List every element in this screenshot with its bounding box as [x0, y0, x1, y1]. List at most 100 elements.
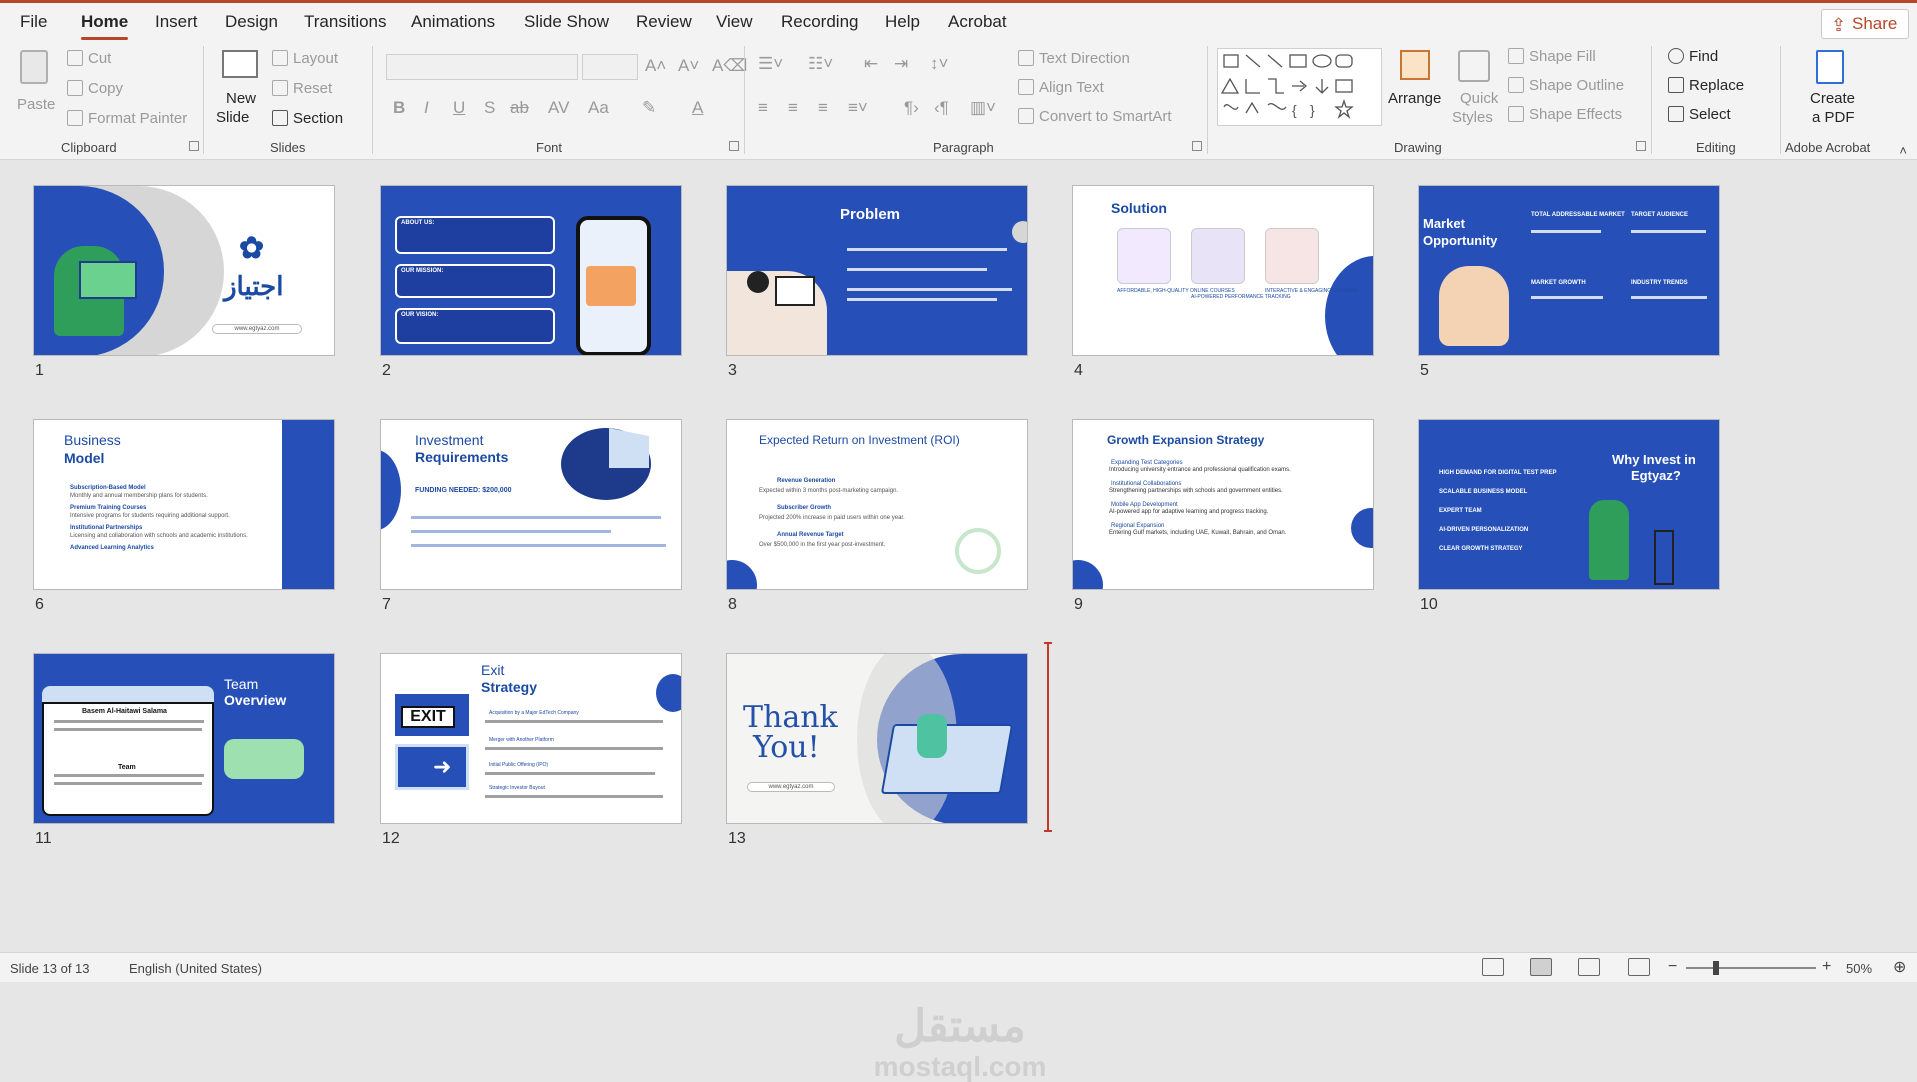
font-launcher-icon[interactable]: [729, 141, 739, 151]
collapse-ribbon-icon[interactable]: ˄: [1899, 143, 1907, 158]
menu-home[interactable]: Home: [81, 12, 129, 40]
slide-thumbnail[interactable]: Solution AFFORDABLE, HIGH-QUALITY ONLINE…: [1072, 185, 1374, 356]
divider: [1780, 46, 1781, 154]
arrange-button[interactable]: Arrange: [1388, 46, 1444, 132]
zoom-in-button[interactable]: +: [1822, 958, 1831, 976]
find-button[interactable]: Find: [1668, 48, 1718, 65]
grow-font-icon[interactable]: A˄: [645, 56, 666, 76]
divider: [372, 46, 373, 154]
copy-button[interactable]: Copy: [67, 80, 123, 97]
clear-format-icon[interactable]: A⌫: [712, 56, 747, 76]
quick-styles-button[interactable]: Quick Styles: [1450, 46, 1500, 132]
slide-thumbnail[interactable]: Business Model Subscription-Based Model …: [33, 419, 335, 590]
increase-indent-icon[interactable]: ⇥: [894, 54, 908, 74]
slide-thumbnail[interactable]: Thank You! www.egtyaz.com: [726, 653, 1028, 824]
ltr-icon[interactable]: ¶›: [904, 98, 919, 118]
layout-button[interactable]: Layout: [272, 50, 338, 67]
highlight-icon[interactable]: ✎: [642, 98, 656, 118]
fit-slide-icon[interactable]: ⊕: [1893, 957, 1906, 977]
slide-thumbnail[interactable]: Investment Requirements FUNDING NEEDED: …: [380, 419, 682, 590]
normal-view-icon[interactable]: [1482, 958, 1504, 976]
slide-thumbnail[interactable]: Expected Return on Investment (ROI) Reve…: [726, 419, 1028, 590]
paste-button[interactable]: Paste: [14, 48, 55, 128]
shape-outline-button[interactable]: Shape Outline: [1508, 77, 1624, 94]
line-spacing-icon[interactable]: ↕˅: [930, 54, 948, 74]
slide-thumbnail[interactable]: Exit Strategy EXIT ➜ Acquisition by a Ma…: [380, 653, 682, 824]
italic-button[interactable]: I: [424, 98, 429, 118]
bullets-icon[interactable]: ☰˅: [758, 54, 783, 74]
menu-acrobat[interactable]: Acrobat: [948, 12, 1007, 32]
slide-thumbnail[interactable]: Why Invest in Egtyaz? HIGH DEMAND FOR DI…: [1418, 419, 1720, 590]
slide-thumbnail[interactable]: Basem Al-Haitawi Salama Team Team Overvi…: [33, 653, 335, 824]
share-button[interactable]: ⇪ Share: [1821, 9, 1909, 39]
convert-smartart-button[interactable]: Convert to SmartArt: [1018, 108, 1172, 125]
create-pdf-button[interactable]: Create a PDF: [1792, 46, 1870, 132]
business-item: Institutional Partnerships: [70, 525, 143, 531]
menu-review[interactable]: Review: [636, 12, 692, 32]
select-button[interactable]: Select: [1668, 106, 1731, 123]
menu-insert[interactable]: Insert: [155, 12, 198, 32]
character-spacing-icon[interactable]: AV: [548, 98, 569, 118]
align-text-button[interactable]: Align Text: [1018, 79, 1104, 96]
change-case-button[interactable]: Aa: [588, 98, 609, 118]
rtl-icon[interactable]: ‹¶: [934, 98, 949, 118]
section-button[interactable]: Section: [272, 110, 343, 127]
slide-thumbnail[interactable]: Growth Expansion Strategy Expanding Test…: [1072, 419, 1374, 590]
paragraph-launcher-icon[interactable]: [1192, 141, 1202, 151]
zoom-level[interactable]: 50%: [1846, 961, 1872, 976]
slide-thumbnail[interactable]: ABOUT US: OUR MISSION: OUR VISION:: [380, 185, 682, 356]
zoom-slider[interactable]: [1686, 967, 1816, 969]
slide-thumbnail[interactable]: ✿ اجتياز www.egtyaz.com: [33, 185, 335, 356]
format-painter-button[interactable]: Format Painter: [67, 110, 187, 127]
shrink-font-icon[interactable]: A˅: [678, 56, 699, 76]
shadow-button[interactable]: S: [484, 98, 495, 118]
font-size-combo[interactable]: [582, 54, 638, 80]
font-name-combo[interactable]: [386, 54, 578, 80]
reset-button[interactable]: Reset: [272, 80, 332, 97]
drawing-launcher-icon[interactable]: [1636, 141, 1646, 151]
strikethrough-button[interactable]: ab: [510, 98, 529, 118]
slide-title: Growth Expansion Strategy: [1107, 433, 1265, 447]
menu-file[interactable]: File: [20, 12, 47, 32]
cut-button[interactable]: Cut: [67, 50, 111, 67]
decrease-indent-icon[interactable]: ⇤: [864, 54, 878, 74]
shape-effects-button[interactable]: Shape Effects: [1508, 106, 1622, 123]
slide-thumbnail[interactable]: Problem: [726, 185, 1028, 356]
zoom-slider-knob[interactable]: [1713, 961, 1719, 975]
menu-view[interactable]: View: [716, 12, 753, 32]
clipboard-launcher-icon[interactable]: [189, 141, 199, 151]
justify-icon[interactable]: ≡˅: [848, 98, 868, 118]
align-right-icon[interactable]: ≡: [818, 98, 828, 118]
menu-animations[interactable]: Animations: [411, 12, 495, 32]
font-color-icon[interactable]: A: [692, 98, 703, 118]
underline-button[interactable]: U: [453, 98, 465, 118]
new-slide-button[interactable]: New Slide: [214, 46, 266, 132]
find-label: Find: [1689, 48, 1719, 65]
shape-fill-button[interactable]: Shape Fill: [1508, 48, 1596, 65]
slide-thumbnail[interactable]: Market Opportunity TOTAL ADDRESSABLE MAR…: [1418, 185, 1720, 356]
menu-design[interactable]: Design: [225, 12, 278, 32]
align-center-icon[interactable]: ≡: [788, 98, 798, 118]
replace-button[interactable]: Replace: [1668, 77, 1744, 94]
slide-sorter: ✿ اجتياز www.egtyaz.com 1 ABOUT US: OUR …: [0, 160, 1917, 1081]
reading-view-icon[interactable]: [1578, 958, 1600, 976]
columns-icon[interactable]: ▥˅: [970, 98, 996, 118]
scissors-icon: [67, 50, 83, 66]
solution-caption: INTERACTIVE & ENGAGING LEARNING: [1265, 288, 1359, 294]
layout-icon: [272, 50, 288, 66]
menu-recording[interactable]: Recording: [781, 12, 859, 32]
language-status[interactable]: English (United States): [129, 961, 262, 976]
slideshow-view-icon[interactable]: [1628, 958, 1650, 976]
align-left-icon[interactable]: ≡: [758, 98, 768, 118]
menu-slide-show[interactable]: Slide Show: [524, 12, 609, 32]
menu-help[interactable]: Help: [885, 12, 920, 32]
founder-name: Basem Al-Haitawi Salama: [82, 708, 167, 715]
bold-button[interactable]: B: [393, 98, 405, 118]
text-direction-button[interactable]: Text Direction: [1018, 50, 1130, 67]
shapes-gallery[interactable]: {}: [1217, 48, 1382, 126]
menu-transitions[interactable]: Transitions: [304, 12, 387, 32]
numbering-icon[interactable]: ☷˅: [808, 54, 833, 74]
slide-sorter-view-icon[interactable]: [1530, 958, 1552, 976]
zoom-out-button[interactable]: −: [1668, 958, 1677, 976]
growth-desc: AI-powered app for adaptive learning and…: [1109, 509, 1269, 515]
